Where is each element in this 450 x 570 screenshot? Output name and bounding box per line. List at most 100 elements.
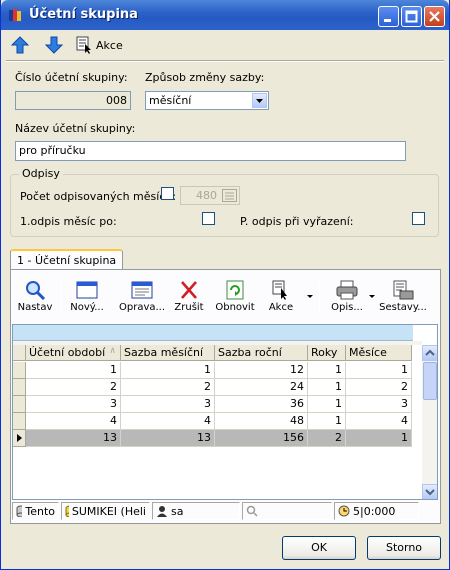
table-cell[interactable]: 1 [26, 362, 121, 379]
ok-button[interactable]: OK [282, 536, 356, 560]
new-button[interactable]: Nový... [67, 277, 107, 319]
status-pane-2: SUMIKEI (Heli [61, 502, 150, 520]
table-cell[interactable]: 4 [26, 413, 121, 430]
title-bar[interactable]: Účetní skupina [1, 0, 449, 30]
table-cell[interactable]: 12 [215, 362, 308, 379]
sort-indicator-icon: ∧ [109, 346, 116, 356]
table-cell[interactable]: 1 [346, 362, 412, 379]
header-years[interactable]: Roky [308, 345, 346, 361]
disposal-label: P. odpis při vyřazení: [240, 215, 354, 228]
number-label: Číslo účetní skupiny: [15, 71, 128, 84]
arrow-down-icon [44, 36, 64, 54]
reports-button[interactable]: Sestavy... [379, 277, 427, 319]
name-field[interactable]: pro příručku [15, 141, 406, 161]
table-cell[interactable]: 13 [26, 430, 121, 447]
first-month-checkbox[interactable] [202, 212, 215, 225]
tab-accounting-group[interactable]: 1 - Účetní skupina [10, 249, 124, 270]
table-cell[interactable]: 48 [215, 413, 308, 430]
close-button[interactable] [424, 6, 445, 27]
toolbar-divider [6, 60, 444, 62]
table-cell[interactable]: 3 [26, 396, 121, 413]
toolbar-separator [61, 281, 62, 315]
status-pane-1: Tento [12, 502, 59, 520]
table-cell[interactable]: 2 [121, 379, 215, 396]
status-pane-3: sa [152, 502, 240, 520]
table-cell[interactable]: 156 [215, 430, 308, 447]
table-cell[interactable]: 1 [308, 413, 346, 430]
disposal-checkbox[interactable] [412, 212, 425, 225]
status-pane-5: 5|0:000 [334, 502, 419, 520]
actions-button[interactable]: Akce [76, 34, 123, 56]
table-cell[interactable]: 1 [308, 379, 346, 396]
data-grid[interactable]: Účetní období ∧ Sazba měsíční Sazba ročn… [12, 324, 438, 500]
table-cell[interactable]: 13 [121, 430, 215, 447]
number-field[interactable]: 008 [15, 91, 131, 110]
table-cell[interactable]: 2 [346, 379, 412, 396]
vertical-scrollbar[interactable] [422, 345, 437, 499]
table-cell[interactable]: 3 [121, 396, 215, 413]
actions-icon [272, 280, 287, 300]
top-toolbar: Akce [6, 32, 444, 58]
filter-row[interactable] [13, 325, 413, 341]
table-cell[interactable]: 4 [346, 413, 412, 430]
find-label: Nastav [17, 302, 53, 313]
actions-dropdown-arrow[interactable] [307, 295, 313, 298]
table-cell[interactable]: 3 [346, 396, 412, 413]
table-cell[interactable]: 2 [26, 379, 121, 396]
cancel-record-button[interactable]: Zrušit [171, 277, 207, 319]
row-indicator[interactable] [13, 396, 26, 413]
edit-button[interactable]: Oprava... [119, 277, 165, 319]
table-cell[interactable]: 4 [121, 413, 215, 430]
row-indicator[interactable] [13, 379, 26, 396]
table-cell[interactable]: 1 [121, 362, 215, 379]
table-cell[interactable]: 1 [308, 362, 346, 379]
status-bar: Tento SUMIKEI (Heli sa 5|0:000 [12, 502, 438, 520]
calculator-icon[interactable] [222, 189, 237, 202]
row-indicator[interactable] [13, 362, 26, 379]
header-yearly-rate[interactable]: Sazba roční [215, 345, 308, 361]
cancel-record-label: Zrušit [174, 302, 204, 313]
table-cell[interactable]: 24 [215, 379, 308, 396]
scroll-up-icon [425, 349, 435, 356]
refresh-icon [226, 280, 244, 300]
edit-form-icon [131, 281, 153, 299]
maximize-icon [405, 10, 418, 23]
header-months[interactable]: Měsíce [346, 345, 412, 361]
minimize-icon [384, 19, 391, 22]
move-up-button[interactable] [10, 34, 30, 56]
months-checkbox[interactable] [161, 187, 174, 200]
name-label: Název účetní skupiny: [15, 122, 136, 135]
scroll-up-button[interactable] [422, 345, 437, 361]
maximize-button[interactable] [401, 6, 422, 27]
minimize-button[interactable] [378, 6, 399, 27]
rate-change-label: Způsob změny sazby: [145, 71, 265, 84]
find-button[interactable]: Nastav [15, 277, 55, 319]
reports-label: Sestavy... [379, 302, 427, 313]
dropdown-button[interactable] [252, 93, 267, 108]
magnifier-icon [26, 281, 46, 300]
delete-x-icon [181, 281, 197, 299]
table-cell[interactable]: 2 [308, 430, 346, 447]
table-cell[interactable]: 36 [215, 396, 308, 413]
move-down-button[interactable] [44, 34, 64, 56]
header-monthly-rate[interactable]: Sazba měsíční [121, 345, 215, 361]
grid-actions-button[interactable]: Akce [263, 277, 299, 319]
first-month-label: 1.odpis měsíc po: [20, 215, 117, 228]
cancel-button[interactable]: Storno [367, 536, 441, 560]
copy-button[interactable]: Opis... [327, 277, 367, 319]
refresh-button[interactable]: Obnovit [213, 277, 257, 319]
copy-dropdown-arrow[interactable] [369, 295, 375, 298]
books-icon [9, 9, 21, 21]
scroll-thumb[interactable] [423, 362, 437, 400]
rate-change-select[interactable]: měsíční [145, 91, 269, 110]
scroll-down-button[interactable] [422, 484, 437, 499]
table-cell[interactable]: 1 [308, 396, 346, 413]
database-icon [16, 505, 23, 517]
row-indicator[interactable] [13, 430, 26, 447]
header-period[interactable]: Účetní období ∧ [26, 345, 121, 361]
report-icon [393, 280, 414, 300]
table-cell[interactable]: 1 [346, 430, 412, 447]
tab-label: 1 - Účetní skupina [17, 254, 117, 267]
row-indicator[interactable] [13, 413, 26, 430]
clock-icon [338, 505, 350, 517]
